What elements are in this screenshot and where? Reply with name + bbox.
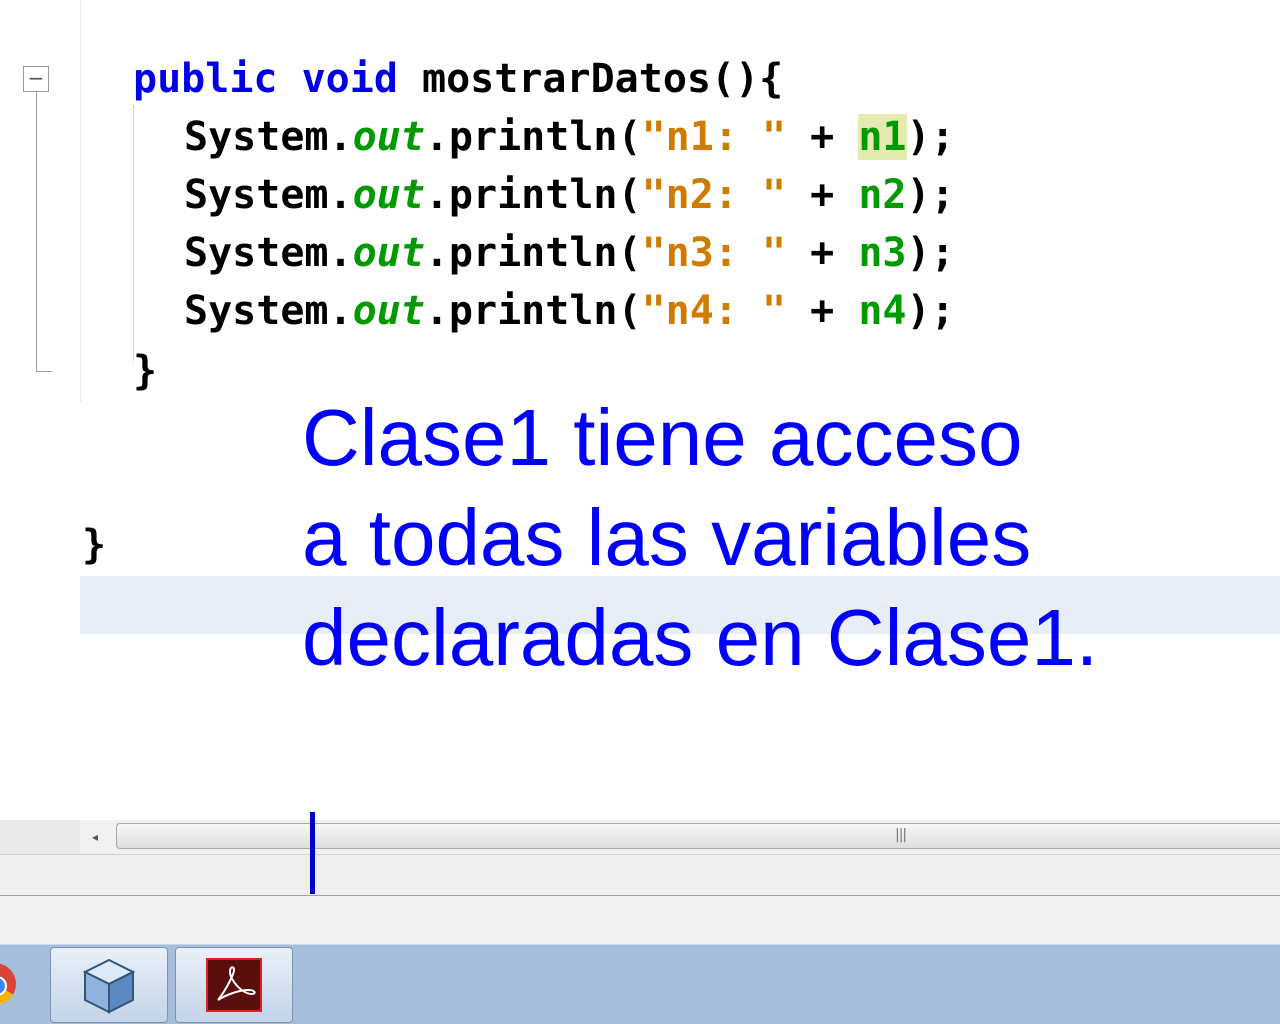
code-editor[interactable]: − public void mostrarDatos(){ System.out… — [0, 0, 1280, 820]
code-token: } — [133, 348, 158, 394]
output-panel-strip — [0, 896, 1280, 944]
text-cursor — [310, 812, 315, 894]
horizontal-scrollbar[interactable]: ◂ ||| — [0, 820, 1280, 854]
taskbar — [0, 944, 1280, 1024]
code-token: System. — [184, 114, 353, 160]
code-token: .println( — [424, 288, 642, 334]
code-token: n3 — [858, 230, 907, 276]
code-line: } — [82, 516, 106, 574]
code-token: System. — [184, 172, 353, 218]
code-token: out — [352, 172, 425, 218]
indent-guide — [133, 106, 134, 362]
code-token: + — [786, 114, 859, 160]
code-token: ); — [906, 172, 955, 218]
code-line: public void mostrarDatos(){ — [133, 50, 783, 108]
code-token: .println( — [424, 114, 642, 160]
code-token: out — [352, 288, 425, 334]
code-line: System.out.println("n2: " + n2); — [184, 166, 955, 224]
code-token: void — [301, 56, 398, 102]
scroll-thumb[interactable]: ||| — [116, 823, 1280, 849]
code-token: "n1: " — [641, 114, 787, 160]
taskbar-button-netbeans[interactable] — [50, 947, 168, 1023]
code-token: out — [352, 114, 425, 160]
code-token: ); — [906, 288, 955, 334]
annotation-line: declaradas en Clase1. — [302, 593, 1099, 682]
code-line: } — [133, 342, 157, 400]
code-line: System.out.println("n1: " + n1); — [184, 108, 955, 166]
gutter-divider — [80, 0, 81, 402]
code-token: "n4: " — [641, 288, 787, 334]
status-bar — [0, 854, 1280, 896]
annotation-line: a todas las variables — [302, 493, 1032, 582]
code-token: ); — [906, 230, 955, 276]
fold-guide-end — [36, 371, 52, 372]
code-token: public — [133, 56, 278, 102]
scroll-left-icon[interactable]: ◂ — [84, 826, 106, 848]
code-token: n1 — [858, 114, 907, 160]
chrome-icon[interactable] — [0, 963, 16, 1005]
fold-toggle[interactable]: − — [23, 66, 49, 92]
code-token: + — [786, 230, 859, 276]
acrobat-icon — [206, 958, 262, 1012]
code-line: System.out.println("n3: " + n3); — [184, 224, 955, 282]
code-token: .println( — [424, 230, 642, 276]
annotation-line: Clase1 tiene acceso — [302, 393, 1023, 482]
code-token: System. — [184, 288, 353, 334]
scrollbar-gutter — [0, 820, 80, 854]
code-token: mostrarDatos(){ — [397, 56, 784, 102]
taskbar-button-acrobat[interactable] — [175, 947, 293, 1023]
code-token: n2 — [858, 172, 907, 218]
scroll-grip-icon: ||| — [895, 827, 907, 843]
code-token: out — [352, 230, 425, 276]
code-token: "n2: " — [641, 172, 787, 218]
code-token: "n3: " — [641, 230, 787, 276]
code-line: System.out.println("n4: " + n4); — [184, 282, 955, 340]
code-token: + — [786, 288, 859, 334]
fold-guide — [36, 92, 37, 372]
code-token: } — [82, 522, 107, 568]
code-token: .println( — [424, 172, 642, 218]
annotation-text: Clase1 tiene acceso a todas las variable… — [302, 388, 1262, 688]
netbeans-icon — [82, 958, 136, 1014]
code-token: n4 — [858, 288, 907, 334]
code-token: + — [786, 172, 859, 218]
code-token: ); — [906, 114, 955, 160]
code-token: System. — [184, 230, 353, 276]
